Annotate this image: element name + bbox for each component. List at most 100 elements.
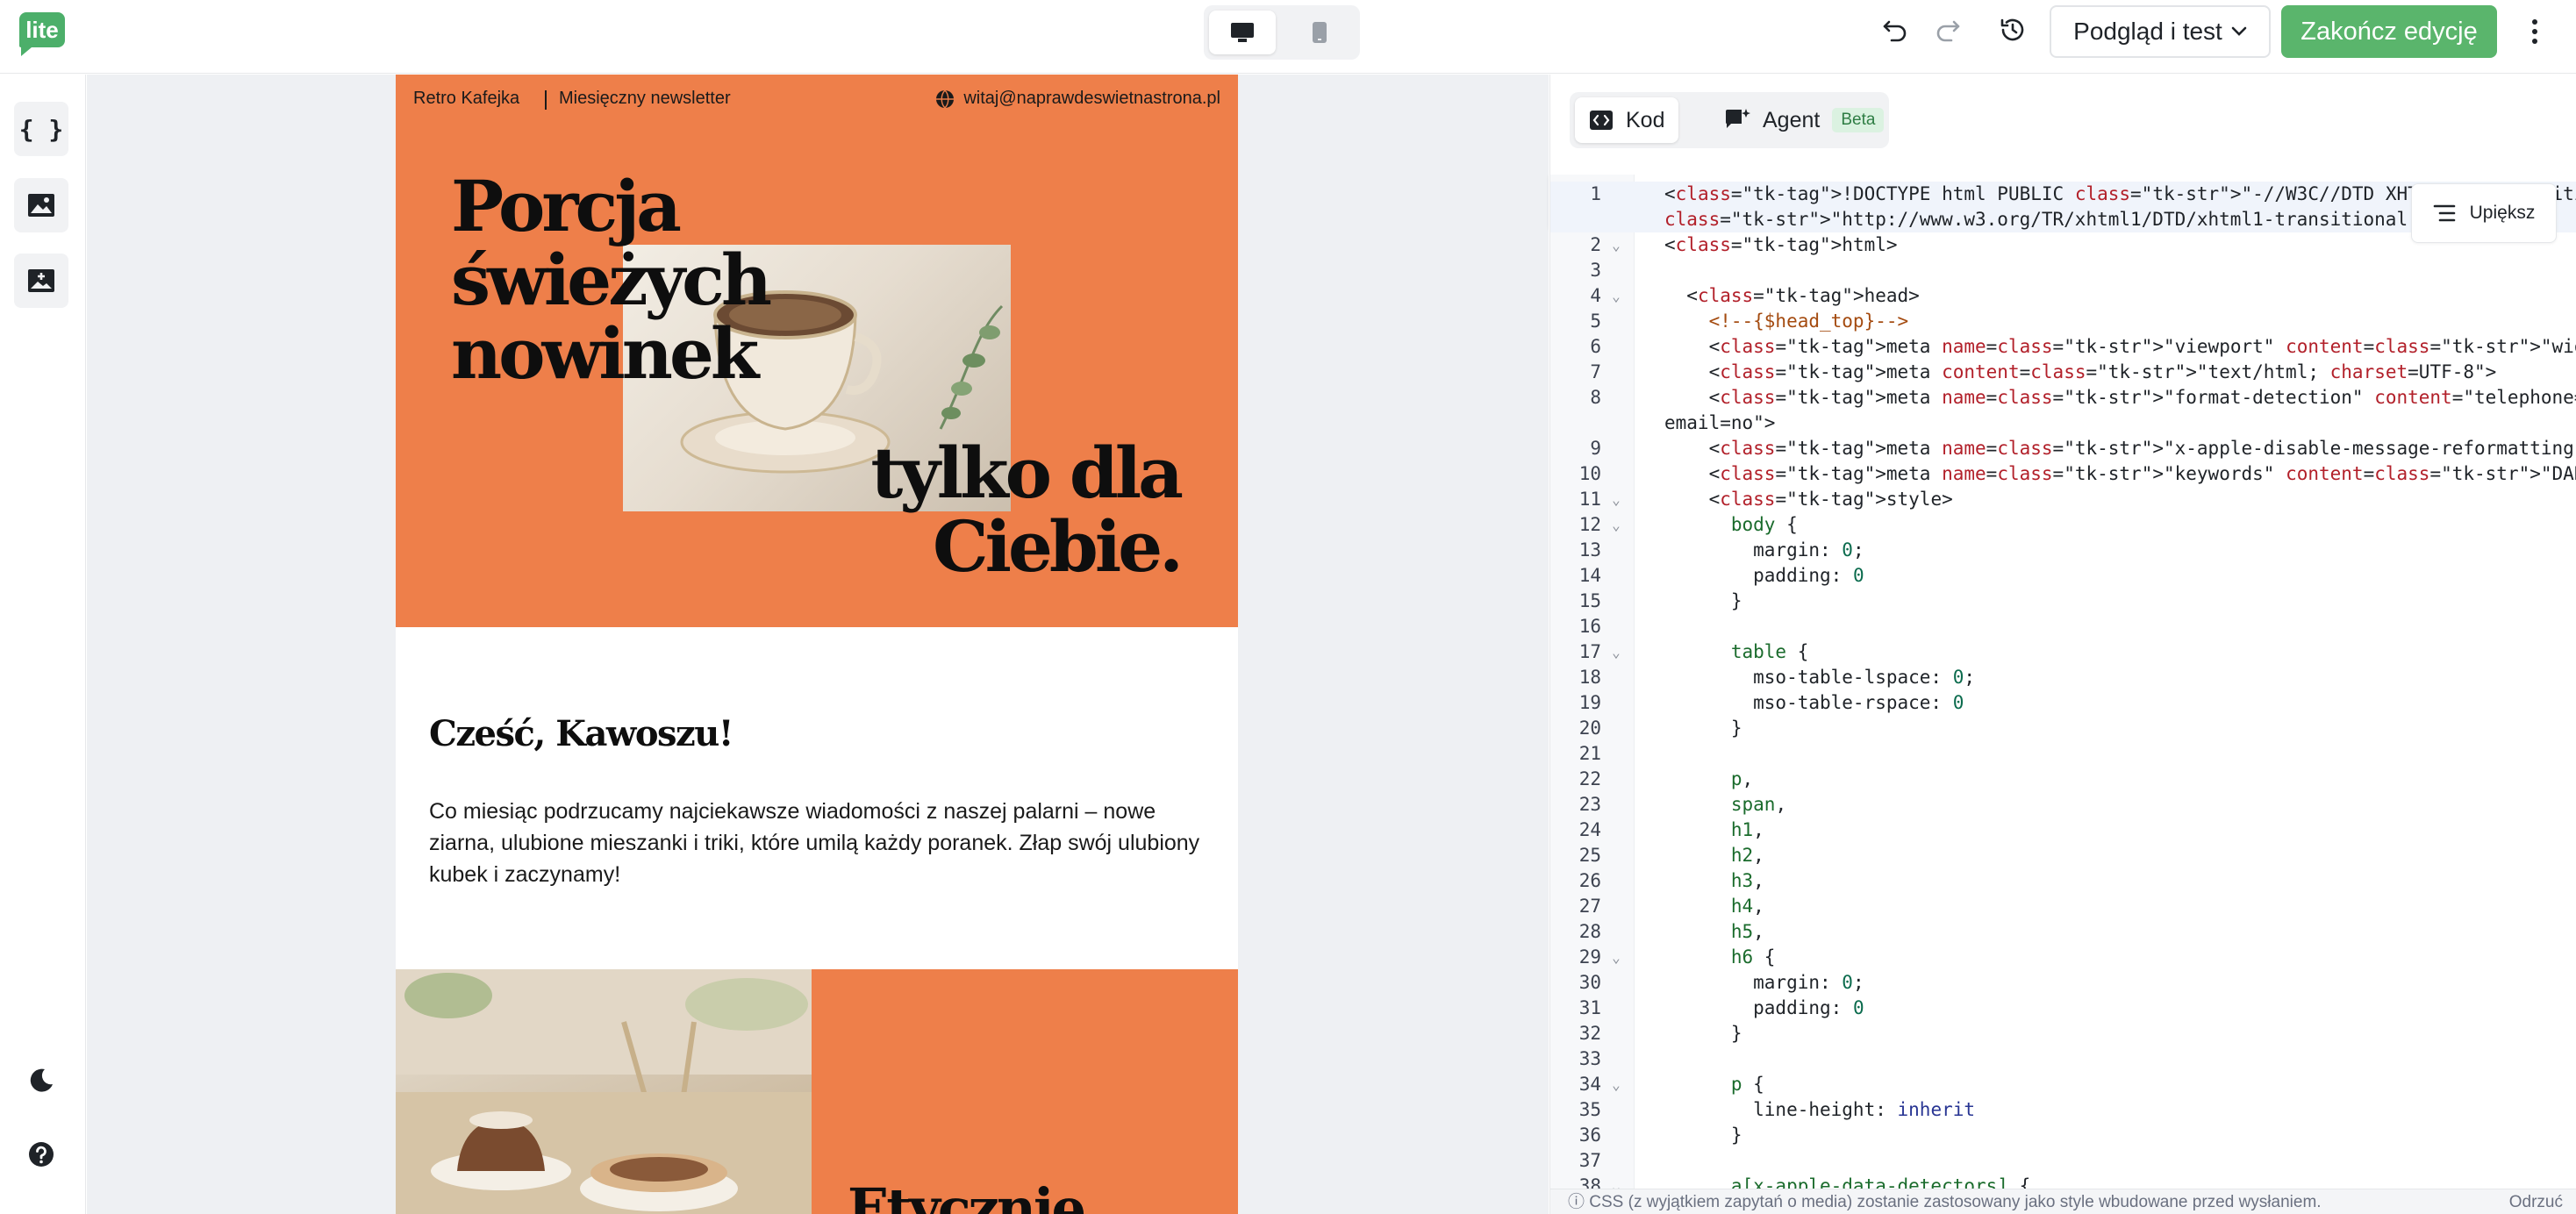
globe-icon	[936, 89, 955, 109]
code-editor-panel: Kod Agent Beta 1 <class="tk-tag">!DOCTYPE…	[1549, 75, 2576, 1214]
code-line[interactable]: 37	[1550, 1148, 2576, 1174]
tab-agent[interactable]: Agent Beta	[1710, 97, 1898, 143]
fold-chevron-icon[interactable]: ⌄	[1603, 1174, 1629, 1189]
code-line[interactable]: 30 margin: 0;	[1550, 970, 2576, 996]
code-line[interactable]: 12 ⌄ body {	[1550, 512, 2576, 538]
hero-headline-bottom: tylko dla Ciebie.	[870, 436, 1184, 588]
code-text: body {	[1730, 514, 1798, 535]
code-text: <class="tk-tag">head>	[1664, 285, 1920, 306]
code-line[interactable]: 7 <class="tk-tag">meta content=class="tk…	[1550, 360, 2576, 385]
line-number: 6	[1590, 336, 1601, 357]
code-text: email=no">	[1664, 412, 1776, 433]
ethical-section[interactable]: Etycznie	[396, 969, 1238, 1214]
code-line[interactable]: 16	[1550, 614, 2576, 639]
code-view[interactable]: 1 <class="tk-tag">!DOCTYPE html PUBLIC cl…	[1550, 175, 2576, 1189]
line-number: 25	[1578, 845, 1601, 866]
line-number: 12	[1578, 514, 1601, 535]
code-line[interactable]: 26 h3,	[1550, 868, 2576, 894]
moon-icon	[30, 1068, 53, 1092]
code-line[interactable]: 21	[1550, 741, 2576, 767]
tab-code[interactable]: Kod	[1575, 97, 1679, 143]
tab-code-label: Kod	[1626, 107, 1665, 132]
fold-chevron-icon[interactable]: ⌄	[1603, 639, 1629, 665]
footer-note: CSS (z wyjątkiem zapytań o media) zostan…	[1589, 1193, 2322, 1211]
code-line[interactable]: 8 <class="tk-tag">meta name=class="tk-st…	[1550, 385, 2576, 411]
code-line[interactable]: 10 <class="tk-tag">meta name=class="tk-s…	[1550, 461, 2576, 487]
hero-line-5: Ciebie.	[932, 505, 1184, 588]
code-line[interactable]: 5 <!--{$head_top}-->	[1550, 309, 2576, 334]
add-image-button[interactable]	[14, 254, 68, 308]
code-line[interactable]: 29 ⌄ h6 {	[1550, 945, 2576, 970]
code-text: h3,	[1730, 870, 1764, 891]
code-line[interactable]: 15 }	[1550, 589, 2576, 614]
app-logo[interactable]: lite	[19, 12, 65, 56]
code-line[interactable]: 4 ⌄ <class="tk-tag">head>	[1550, 283, 2576, 309]
cafe-table-photo[interactable]	[396, 969, 812, 1214]
code-line[interactable]: 14 padding: 0	[1550, 563, 2576, 589]
code-text: h4,	[1730, 896, 1764, 917]
line-number: 10	[1578, 463, 1601, 484]
greeting-heading[interactable]: Cześć, Kawoszu!	[429, 713, 733, 754]
code-line[interactable]: 36 }	[1550, 1123, 2576, 1148]
newsletter-label: Miesięczny newsletter	[559, 89, 731, 108]
code-line[interactable]: 28 h5,	[1550, 919, 2576, 945]
code-line[interactable]: 23 span,	[1550, 792, 2576, 818]
code-text: }	[1664, 1125, 1742, 1146]
code-line[interactable]: 18 mso-table-lspace: 0;	[1550, 665, 2576, 690]
code-icon	[1590, 111, 1613, 130]
desktop-view-button[interactable]	[1209, 11, 1276, 54]
intro-paragraph[interactable]: Co miesiąc podrzucamy najciekawsze wiado…	[429, 796, 1201, 890]
dark-mode-toggle[interactable]	[14, 1053, 68, 1108]
hero-line-2: świeżych	[451, 239, 772, 321]
redo-button[interactable]	[1930, 12, 1965, 47]
code-line[interactable]: 17 ⌄ table {	[1550, 639, 2576, 665]
fold-chevron-icon[interactable]: ⌄	[1603, 283, 1629, 309]
fold-chevron-icon[interactable]: ⌄	[1603, 232, 1629, 258]
code-line[interactable]: 9 <class="tk-tag">meta name=class="tk-st…	[1550, 436, 2576, 461]
preview-and-test-button[interactable]: Podgląd i test	[2050, 5, 2271, 58]
code-line[interactable]: 24 h1,	[1550, 818, 2576, 843]
code-line[interactable]: 33	[1550, 1046, 2576, 1072]
code-line[interactable]: 38 ⌄ a[x-apple-data-detectors] {	[1550, 1174, 2576, 1189]
code-line[interactable]: 32 }	[1550, 1021, 2576, 1046]
code-line[interactable]: 31 padding: 0	[1550, 996, 2576, 1021]
code-text: p,	[1730, 768, 1754, 789]
undo-button[interactable]	[1878, 12, 1913, 47]
code-text: h2,	[1730, 845, 1764, 866]
code-line[interactable]: 27 h4,	[1550, 894, 2576, 919]
code-blocks-button[interactable]: { }	[14, 102, 68, 156]
code-text: class="tk-str">"http://www.w3.org/TR/xht…	[1664, 209, 2474, 230]
help-button[interactable]	[14, 1127, 68, 1182]
code-text: margin: 0;	[1664, 972, 1864, 993]
code-text: }	[1664, 1023, 1742, 1044]
code-line[interactable]: 11 ⌄ <class="tk-tag">style>	[1550, 487, 2576, 512]
history-button[interactable]	[1995, 12, 2030, 47]
code-line[interactable]: 34 ⌄ p {	[1550, 1072, 2576, 1097]
more-menu-button[interactable]	[2520, 12, 2550, 51]
images-button[interactable]	[14, 178, 68, 232]
code-line[interactable]: 19 mso-table-rspace: 0	[1550, 690, 2576, 716]
fold-chevron-icon[interactable]: ⌄	[1603, 945, 1629, 970]
finish-editing-button[interactable]: Zakończ edycję	[2281, 5, 2497, 58]
beautify-button[interactable]: Upiększ	[2411, 183, 2557, 243]
fold-chevron-icon[interactable]: ⌄	[1603, 487, 1629, 512]
hero-section[interactable]: Retro Kafejka Miesięczny newsletter wita…	[396, 75, 1238, 627]
dismiss-button[interactable]: Odrzuć	[2509, 1189, 2563, 1214]
line-number: 1	[1590, 183, 1601, 204]
code-text: span,	[1730, 794, 1787, 815]
code-line[interactable]: 35 line-height: inherit	[1550, 1097, 2576, 1123]
fold-chevron-icon[interactable]: ⌄	[1603, 512, 1629, 538]
code-line[interactable]: 13 margin: 0;	[1550, 538, 2576, 563]
mobile-view-button[interactable]	[1286, 11, 1353, 54]
fold-chevron-icon[interactable]: ⌄	[1603, 1072, 1629, 1097]
code-line[interactable]: email=no">	[1550, 411, 2576, 436]
code-line[interactable]: 22 p,	[1550, 767, 2576, 792]
line-number: 13	[1578, 539, 1601, 561]
code-text: h6 {	[1730, 946, 1776, 968]
code-line[interactable]: 20 }	[1550, 716, 2576, 741]
code-line[interactable]: 3	[1550, 258, 2576, 283]
beautify-icon	[2433, 204, 2455, 222]
code-line[interactable]: 25 h2,	[1550, 843, 2576, 868]
code-line[interactable]: 6 <class="tk-tag">meta name=class="tk-st…	[1550, 334, 2576, 360]
more-icon	[2532, 19, 2537, 25]
